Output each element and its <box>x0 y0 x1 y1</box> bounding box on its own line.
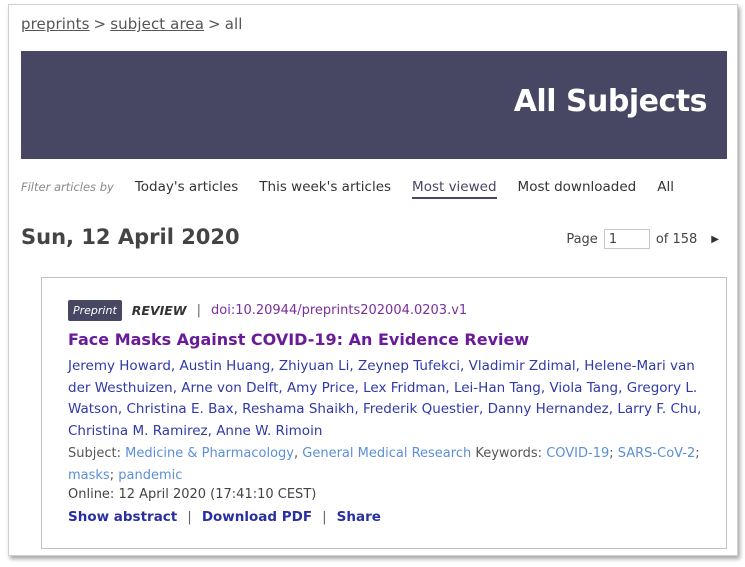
next-page-icon[interactable]: ▶ <box>711 234 719 245</box>
article-type: REVIEW <box>131 303 187 318</box>
filter-most-viewed[interactable]: Most viewed <box>412 179 497 199</box>
filter-most-downloaded[interactable]: Most downloaded <box>518 179 637 195</box>
article-actions: Show abstract | Download PDF | Share <box>68 509 381 525</box>
filter-all[interactable]: All <box>657 179 674 195</box>
keyword-link[interactable]: masks <box>68 468 110 483</box>
article-title[interactable]: Face Masks Against COVID-19: An Evidence… <box>68 330 529 349</box>
breadcrumb-separator: > <box>208 15 221 33</box>
subject-link[interactable]: Medicine & Pharmacology <box>125 446 294 461</box>
page-total: of 158 <box>655 231 698 247</box>
action-separator: | <box>322 509 327 525</box>
action-separator: | <box>187 509 192 525</box>
breadcrumb-current: all <box>224 15 243 33</box>
show-abstract-link[interactable]: Show abstract <box>68 509 177 525</box>
subject-label: Subject: <box>68 446 121 461</box>
online-date: Online: 12 April 2020 (17:41:10 CEST) <box>68 487 317 502</box>
page-title: All Subjects <box>513 84 708 119</box>
download-pdf-link[interactable]: Download PDF <box>202 509 312 525</box>
filter-bar: Filter articles by Today's articles This… <box>21 179 695 199</box>
meta-separator: | <box>196 303 201 318</box>
date-heading: Sun, 12 April 2020 <box>21 225 240 249</box>
article-card: Preprint REVIEW | doi:10.20944/preprints… <box>41 277 727 549</box>
filter-this-weeks-articles[interactable]: This week's articles <box>259 179 391 195</box>
article-meta: Preprint REVIEW | doi:10.20944/preprints… <box>68 300 467 321</box>
breadcrumb: preprints > subject area > all <box>21 15 243 33</box>
keywords-label: Keywords: <box>475 446 543 461</box>
breadcrumb-subject-area[interactable]: subject area <box>110 15 204 33</box>
filter-label: Filter articles by <box>21 180 114 194</box>
article-subjects: Subject: Medicine & Pharmacology, Genera… <box>68 446 700 483</box>
article-authors[interactable]: Jeremy Howard, Austin Huang, Zhiyuan Li,… <box>68 356 708 442</box>
page-frame: preprints > subject area > all All Subjects … <box>8 4 738 556</box>
keyword-link[interactable]: SARS-CoV-2 <box>618 446 696 461</box>
doi-link[interactable]: doi:10.20944/preprints202004.0203.v1 <box>211 303 467 318</box>
page-number-input[interactable] <box>603 229 650 249</box>
share-link[interactable]: Share <box>337 509 381 525</box>
page-label: Page <box>566 231 598 247</box>
subject-banner: All Subjects <box>21 51 727 159</box>
keyword-link[interactable]: COVID-19 <box>546 446 609 461</box>
filter-todays-articles[interactable]: Today's articles <box>135 179 238 195</box>
pagination: Page of 158 ▶ <box>566 229 719 249</box>
keyword-link[interactable]: pandemic <box>118 468 182 483</box>
subject-link[interactable]: General Medical Research <box>302 446 471 461</box>
preprint-badge: Preprint <box>68 300 122 321</box>
breadcrumb-separator: > <box>93 15 107 33</box>
breadcrumb-preprints[interactable]: preprints <box>21 15 90 33</box>
